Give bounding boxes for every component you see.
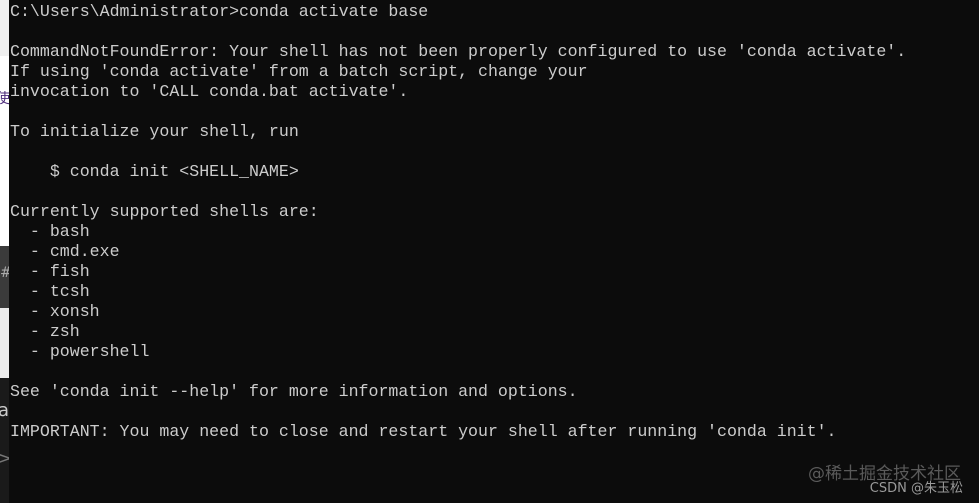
bg-strip-bottom: a > <box>0 378 9 503</box>
bg-strip-top <box>0 0 9 56</box>
terminal-line: See 'conda init --help' for more informa… <box>10 382 578 401</box>
bg-strip-light <box>0 308 9 378</box>
terminal-line: invocation to 'CALL conda.bat activate'. <box>10 82 409 101</box>
chevron-right-icon: > <box>0 448 9 469</box>
terminal-line: C:\Users\Administrator>conda activate ba… <box>10 2 429 21</box>
background-window-edge: 使 # a > <box>0 0 9 503</box>
terminal-line: - cmd.exe <box>10 242 120 261</box>
terminal-line: - zsh <box>10 322 80 341</box>
terminal-output[interactable]: C:\Users\Administrator>conda activate ba… <box>10 2 979 503</box>
bg-strip-white: 使 <box>0 56 9 246</box>
terminal-line: Currently supported shells are: <box>10 202 319 221</box>
terminal-line: If using 'conda activate' from a batch s… <box>10 62 588 81</box>
terminal-line: IMPORTANT: You may need to close and res… <box>10 422 837 441</box>
watermark-csdn: CSDN @朱玉松 <box>869 481 963 496</box>
bg-glyph: a <box>0 400 9 421</box>
terminal-line: - fish <box>10 262 90 281</box>
terminal-line: To initialize your shell, run <box>10 122 299 141</box>
bg-strip-dark: # <box>0 246 9 308</box>
terminal-line: $ conda init <SHELL_NAME> <box>10 162 299 181</box>
terminal-line: CommandNotFoundError: Your shell has not… <box>10 42 907 61</box>
terminal-line: - tcsh <box>10 282 90 301</box>
bg-glyph: 使 <box>0 91 9 107</box>
terminal-line: - powershell <box>10 342 150 361</box>
terminal-line: - bash <box>10 222 90 241</box>
bg-glyph: # <box>0 266 9 280</box>
terminal-line: - xonsh <box>10 302 100 321</box>
